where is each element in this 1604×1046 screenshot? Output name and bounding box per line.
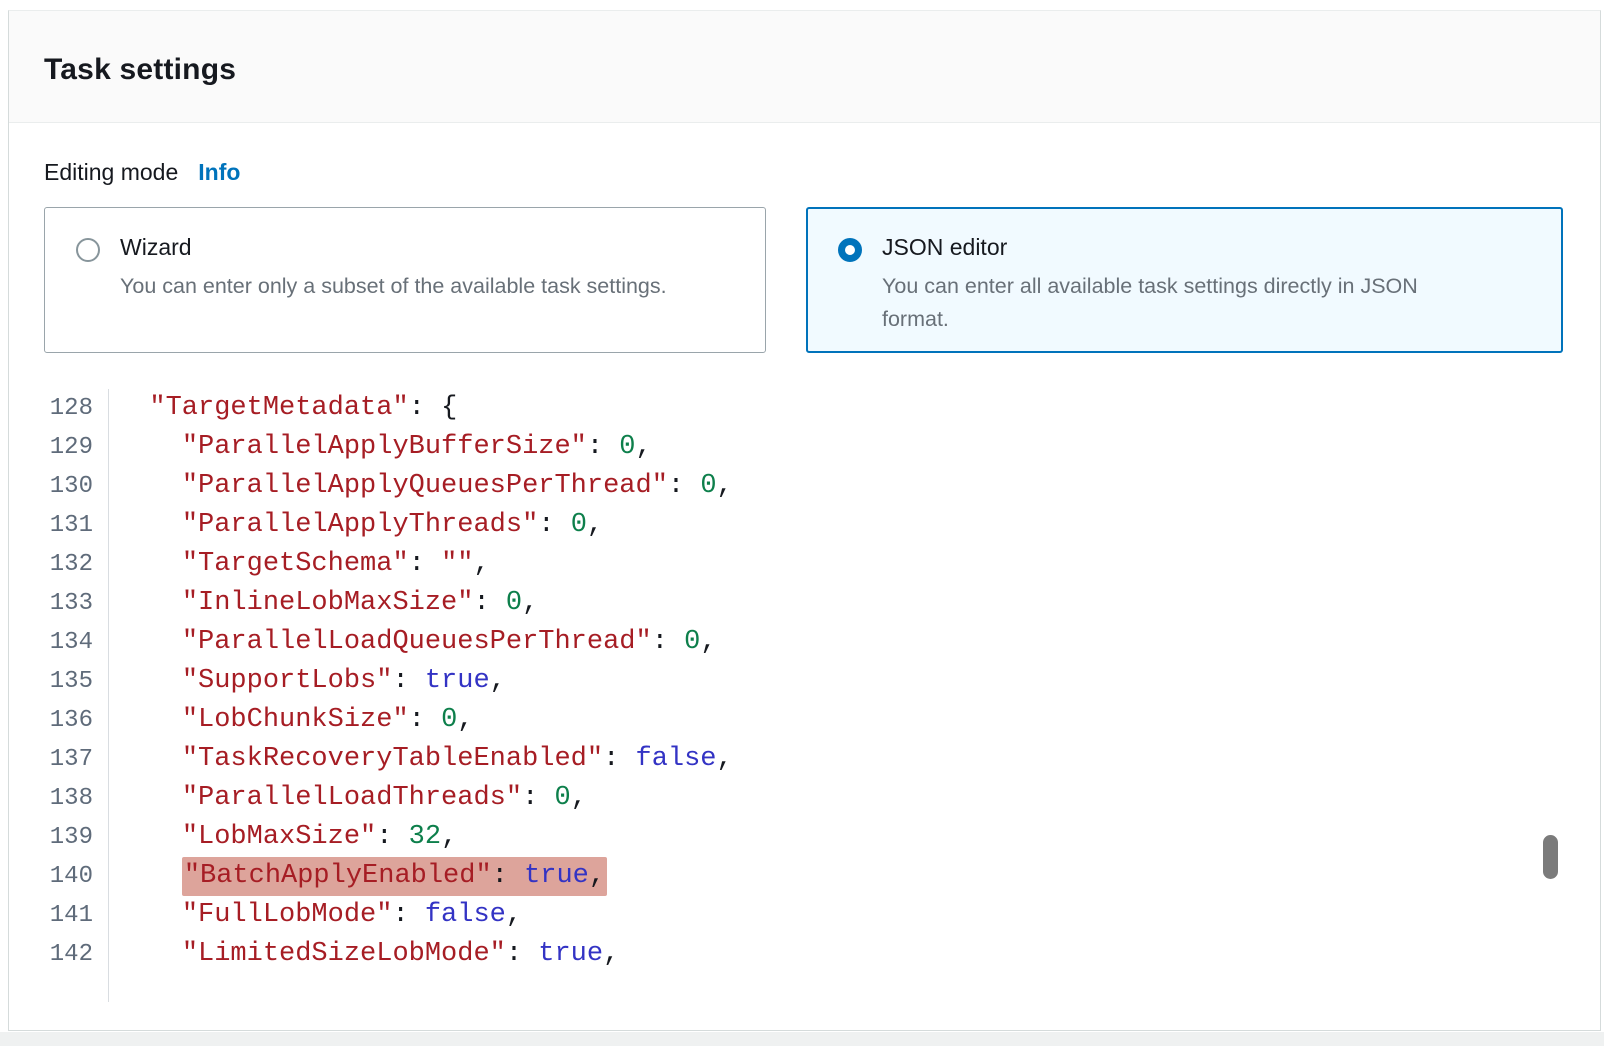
code-line: "ParallelLoadThreads": 0, bbox=[109, 779, 587, 818]
info-link[interactable]: Info bbox=[198, 159, 240, 186]
editor-filler-row bbox=[9, 974, 1600, 1002]
code-row: 142 "LimitedSizeLobMode": true, bbox=[9, 935, 1600, 974]
editing-mode-options: Wizard You can enter only a subset of th… bbox=[44, 207, 1600, 353]
code-line: "ParallelApplyQueuesPerThread": 0, bbox=[109, 467, 733, 506]
code-row: 135 "SupportLobs": true, bbox=[9, 662, 1600, 701]
code-row: 141 "FullLobMode": false, bbox=[9, 896, 1600, 935]
code-row: 132 "TargetSchema": "", bbox=[9, 545, 1600, 584]
line-number: 134 bbox=[9, 623, 109, 662]
radio-unselected-icon[interactable] bbox=[76, 238, 100, 262]
code-line: "TargetMetadata": { bbox=[109, 389, 457, 428]
line-number: 140 bbox=[9, 857, 109, 896]
code-row: 134 "ParallelLoadQueuesPerThread": 0, bbox=[9, 623, 1600, 662]
code-filler bbox=[109, 974, 117, 1002]
option-text: JSON editor You can enter all available … bbox=[882, 234, 1482, 337]
code-line: "LimitedSizeLobMode": true, bbox=[109, 935, 619, 974]
code-line: "SupportLobs": true, bbox=[109, 662, 506, 701]
code-line: "InlineLobMaxSize": 0, bbox=[109, 584, 538, 623]
code-row: 138 "ParallelLoadThreads": 0, bbox=[9, 779, 1600, 818]
option-label: Wizard bbox=[120, 234, 667, 261]
panel-header: Task settings bbox=[9, 11, 1600, 123]
code-row: 131 "ParallelApplyThreads": 0, bbox=[9, 506, 1600, 545]
code-row: 128 "TargetMetadata": { bbox=[9, 389, 1600, 428]
line-number: 142 bbox=[9, 935, 109, 974]
code-row: 136 "LobChunkSize": 0, bbox=[9, 701, 1600, 740]
scrollbar-thumb[interactable] bbox=[1543, 835, 1558, 879]
option-label: JSON editor bbox=[882, 234, 1482, 261]
panel-body: Editing mode Info Wizard You can enter o… bbox=[9, 123, 1600, 1002]
line-number: 128 bbox=[9, 389, 109, 428]
radio-selected-icon[interactable] bbox=[838, 238, 862, 262]
code-line: "ParallelApplyThreads": 0, bbox=[109, 506, 603, 545]
code-row: 139 "LobMaxSize": 32, bbox=[9, 818, 1600, 857]
code-row: 130 "ParallelApplyQueuesPerThread": 0, bbox=[9, 467, 1600, 506]
page-title: Task settings bbox=[44, 53, 236, 87]
task-settings-panel: Task settings Editing mode Info Wizard Y… bbox=[8, 10, 1601, 1031]
highlighted-code: "BatchApplyEnabled": true, bbox=[182, 857, 607, 896]
editing-mode-label: Editing mode bbox=[44, 159, 178, 186]
json-code-editor[interactable]: 128 "TargetMetadata": {129 "ParallelAppl… bbox=[9, 389, 1600, 1002]
code-line: "LobChunkSize": 0, bbox=[109, 701, 473, 740]
line-number: 138 bbox=[9, 779, 109, 818]
code-lines: 128 "TargetMetadata": {129 "ParallelAppl… bbox=[9, 389, 1600, 974]
gutter-filler bbox=[9, 974, 109, 1002]
editing-mode-option-json-editor[interactable]: JSON editor You can enter all available … bbox=[806, 207, 1563, 353]
code-row: 140 "BatchApplyEnabled": true, bbox=[9, 857, 1600, 896]
line-number: 131 bbox=[9, 506, 109, 545]
code-row: 137 "TaskRecoveryTableEnabled": false, bbox=[9, 740, 1600, 779]
code-line: "BatchApplyEnabled": true, bbox=[109, 857, 607, 896]
line-number: 130 bbox=[9, 467, 109, 506]
line-number: 141 bbox=[9, 896, 109, 935]
line-number: 135 bbox=[9, 662, 109, 701]
line-number: 136 bbox=[9, 701, 109, 740]
option-text: Wizard You can enter only a subset of th… bbox=[120, 234, 667, 303]
code-line: "ParallelLoadQueuesPerThread": 0, bbox=[109, 623, 717, 662]
line-number: 139 bbox=[9, 818, 109, 857]
code-line: "LobMaxSize": 32, bbox=[109, 818, 457, 857]
code-row: 129 "ParallelApplyBufferSize": 0, bbox=[9, 428, 1600, 467]
code-line: "TargetSchema": "", bbox=[109, 545, 490, 584]
code-line: "TaskRecoveryTableEnabled": false, bbox=[109, 740, 733, 779]
code-line: "FullLobMode": false, bbox=[109, 896, 522, 935]
editing-mode-row: Editing mode Info bbox=[44, 159, 1600, 191]
option-description: You can enter only a subset of the avail… bbox=[120, 270, 667, 303]
line-number: 132 bbox=[9, 545, 109, 584]
line-number: 133 bbox=[9, 584, 109, 623]
editing-mode-option-wizard[interactable]: Wizard You can enter only a subset of th… bbox=[44, 207, 766, 353]
code-line: "ParallelApplyBufferSize": 0, bbox=[109, 428, 652, 467]
line-number: 129 bbox=[9, 428, 109, 467]
code-row: 133 "InlineLobMaxSize": 0, bbox=[9, 584, 1600, 623]
line-number: 137 bbox=[9, 740, 109, 779]
page-background-strip bbox=[0, 1032, 1604, 1046]
option-description: You can enter all available task setting… bbox=[882, 270, 1482, 337]
